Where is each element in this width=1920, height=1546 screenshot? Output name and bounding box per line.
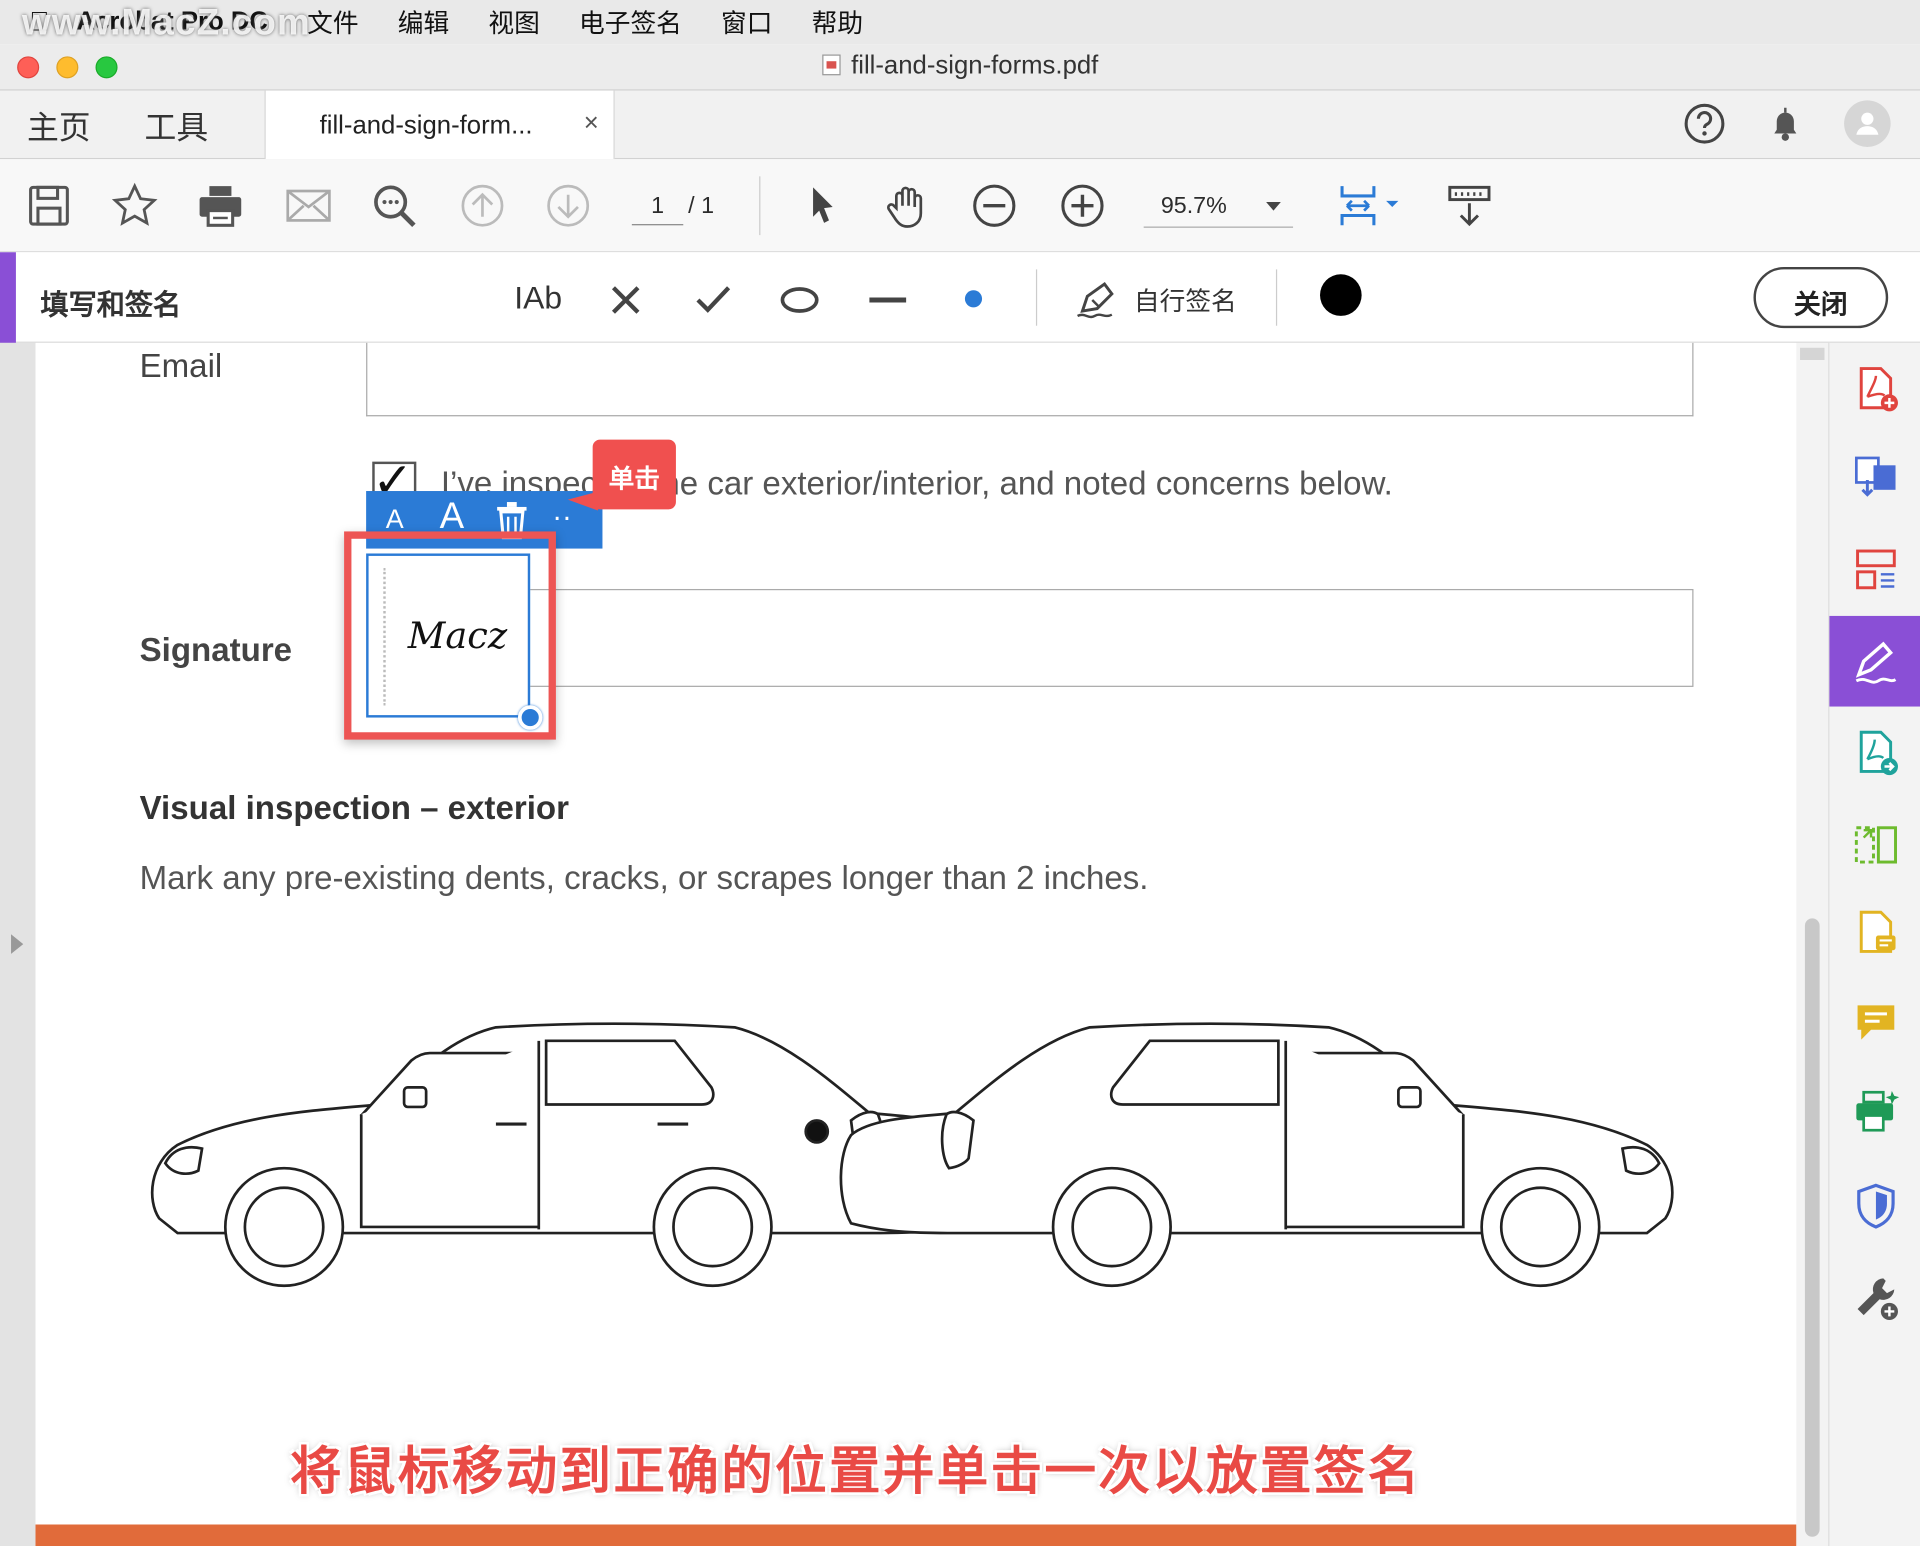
print-production-icon[interactable]: [1851, 1087, 1900, 1136]
tab-document-label: fill-and-sign-form...: [319, 111, 533, 140]
email-field[interactable]: [366, 342, 1694, 417]
line-shape-icon[interactable]: [862, 274, 913, 323]
more-options-button[interactable]: ··: [552, 501, 572, 535]
signature-label: Signature: [139, 631, 293, 669]
car-right-side: [839, 1022, 1674, 1288]
dot-shape-icon[interactable]: [950, 274, 997, 323]
email-icon[interactable]: [284, 181, 333, 230]
checkmark-icon[interactable]: [688, 274, 737, 323]
expand-left-panel-icon[interactable]: [11, 934, 24, 954]
page-fit-icon[interactable]: [1337, 181, 1403, 230]
click-callout: 单击: [592, 439, 676, 510]
send-for-signature-icon[interactable]: [1851, 729, 1900, 778]
zoom-out-icon[interactable]: [970, 181, 1019, 230]
title-bar: fill-and-sign-forms.pdf: [0, 44, 1920, 91]
next-page-icon[interactable]: [544, 181, 593, 230]
chevron-down-icon: [1266, 202, 1281, 211]
decrease-size-button[interactable]: A: [386, 503, 404, 535]
page-total: / 1: [688, 193, 715, 220]
menu-window[interactable]: 窗口: [721, 4, 772, 41]
scrollbar-thumb[interactable]: [1804, 918, 1820, 1537]
left-panel-strip: [0, 342, 36, 1546]
scrollbar-top-cap: [1800, 347, 1825, 361]
circle-shape-icon[interactable]: [774, 274, 825, 323]
menu-file[interactable]: 文件: [307, 4, 358, 41]
notifications-bell-icon[interactable]: [1763, 102, 1807, 146]
tool-accent-bar: [0, 252, 16, 343]
fill-sign-divider: [1035, 269, 1038, 326]
find-zoom-icon[interactable]: [370, 181, 419, 230]
user-avatar-icon[interactable]: [1843, 99, 1892, 148]
fill-sign-pen-icon[interactable]: [1851, 637, 1900, 686]
cross-mark-icon[interactable]: [602, 274, 649, 323]
tab-tools[interactable]: 工具: [144, 103, 208, 148]
close-tab-button[interactable]: ×: [584, 109, 599, 138]
zoom-value: 95.7%: [1160, 193, 1227, 220]
page-number-input[interactable]: 1: [631, 189, 684, 226]
export-pdf-icon[interactable]: [1851, 453, 1900, 502]
bookmark-star-icon[interactable]: [110, 181, 159, 230]
previous-page-icon[interactable]: [458, 181, 507, 230]
select-cursor-icon[interactable]: [798, 181, 847, 230]
zoom-dropdown[interactable]: 95.7%: [1143, 186, 1294, 228]
help-icon[interactable]: [1682, 102, 1726, 146]
window-title: fill-and-sign-forms.pdf: [0, 51, 1920, 80]
print-icon[interactable]: [196, 181, 245, 230]
tab-bar: 主页 工具 fill-and-sign-form... ×: [0, 90, 1920, 160]
section-instruction: Mark any pre-existing dents, cracks, or …: [139, 859, 1149, 897]
tutorial-subtitle: 将鼠标移动到正确的位置并单击一次以放置签名: [290, 1442, 1422, 1501]
menu-help[interactable]: 帮助: [812, 4, 863, 41]
fill-sign-title: 填写和签名: [40, 288, 182, 321]
compress-pdf-icon[interactable]: [1851, 820, 1900, 869]
sign-pen-icon[interactable]: [1073, 274, 1124, 323]
main-toolbar: 1 / 1 95.7%: [0, 159, 1920, 253]
signature-field[interactable]: [366, 588, 1694, 687]
tab-home[interactable]: 主页: [27, 103, 91, 148]
toolbar-divider: [759, 176, 761, 236]
zoom-in-icon[interactable]: [1058, 181, 1107, 230]
vertical-scrollbar[interactable]: [1796, 342, 1829, 1546]
section-title: Visual inspection – exterior: [139, 789, 569, 827]
protect-shield-icon[interactable]: [1851, 1182, 1900, 1231]
comment-icon[interactable]: [1851, 998, 1900, 1047]
placed-signature[interactable]: Macz: [366, 553, 531, 718]
signature-guide-line: [383, 568, 386, 706]
close-fill-sign-button[interactable]: 关闭: [1753, 266, 1889, 329]
ink-color-swatch[interactable]: [1320, 274, 1362, 316]
fill-sign-toolbar: 填写和签名 IAb 自行签名 关闭: [0, 252, 1920, 343]
create-pdf-icon[interactable]: [1851, 365, 1900, 414]
menu-edit[interactable]: 编辑: [398, 4, 449, 41]
watermark: www.MacZ.com: [22, 2, 311, 43]
acrobat-window:  Acrobat Pro DC 文件 编辑 视图 电子签名 窗口 帮助 www…: [0, 0, 1920, 1546]
window-title-text: fill-and-sign-forms.pdf: [851, 51, 1099, 80]
hand-tool-icon[interactable]: [884, 181, 933, 230]
pdf-file-icon: [822, 54, 841, 76]
scroll-mode-icon[interactable]: [1445, 181, 1494, 230]
fill-sign-divider: [1275, 269, 1278, 326]
email-label: Email: [139, 347, 223, 385]
right-tools-panel: [1828, 342, 1920, 1546]
pdf-page: [35, 342, 1797, 1546]
tab-document[interactable]: fill-and-sign-form... ×: [264, 90, 615, 160]
resize-handle[interactable]: [517, 705, 543, 730]
menu-esign[interactable]: 电子签名: [579, 4, 682, 41]
sign-yourself-button[interactable]: 自行签名: [1134, 282, 1237, 319]
car-outline-diagram[interactable]: [135, 1004, 1715, 1298]
comment-pdf-icon[interactable]: [1851, 909, 1900, 958]
page-footer-bar: [35, 1524, 1797, 1546]
menu-view[interactable]: 视图: [488, 4, 539, 41]
signature-text: Macz: [407, 614, 508, 658]
more-tools-wrench-icon[interactable]: [1851, 1273, 1900, 1322]
save-icon[interactable]: [24, 181, 73, 230]
add-text-tool[interactable]: IAb: [514, 279, 562, 328]
organize-pages-icon[interactable]: [1851, 545, 1900, 594]
